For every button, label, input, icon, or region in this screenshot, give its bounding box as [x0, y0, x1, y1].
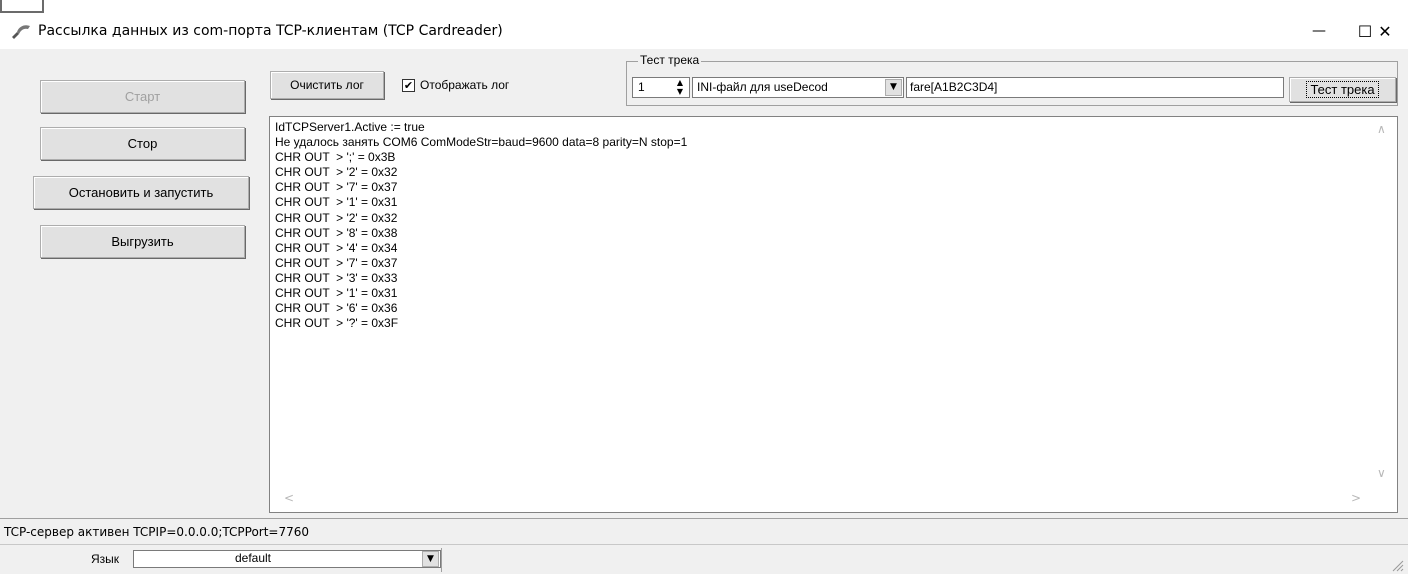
- show-log-checkbox[interactable]: ✔: [402, 79, 415, 92]
- resize-grip-icon[interactable]: [1390, 558, 1404, 572]
- show-log-label: Отображать лог: [420, 78, 510, 92]
- log-line: CHR OUT > '3' = 0x33: [275, 270, 398, 285]
- scroll-left-icon[interactable]: <: [284, 491, 294, 505]
- log-line: CHR OUT > '2' = 0x32: [275, 210, 398, 225]
- log-line: CHR OUT > '6' = 0x36: [275, 301, 398, 316]
- log-line: IdTCPServer1.Active := true: [275, 120, 425, 134]
- language-label: Язык: [91, 552, 120, 566]
- test-track-label: Тест трека: [1306, 81, 1379, 98]
- log-line: CHR OUT > '1' = 0x31: [275, 195, 398, 210]
- track-test-caption: Тест трека: [638, 52, 702, 68]
- log-line: Не удалось занять COM6 ComModeStr=baud=9…: [275, 135, 688, 150]
- log-line: CHR OUT > '7' = 0x37: [275, 180, 398, 195]
- scroll-right-icon[interactable]: >: [1351, 491, 1361, 505]
- log-line: CHR OUT > '4' = 0x34: [275, 240, 398, 255]
- log-line: CHR OUT > '2' = 0x32: [275, 165, 398, 180]
- chevron-down-icon[interactable]: ▼: [885, 79, 902, 96]
- unload-button[interactable]: Выгрузить: [40, 225, 245, 258]
- stop-button[interactable]: Стор: [40, 127, 245, 160]
- minimize-button[interactable]: —: [1296, 13, 1342, 49]
- log-line: CHR OUT > '8' = 0x38: [275, 225, 398, 240]
- start-button[interactable]: Старт: [40, 80, 245, 113]
- log-line: CHR OUT > '1' = 0x31: [275, 286, 398, 301]
- log-line: CHR OUT > '7' = 0x37: [275, 255, 398, 270]
- clear-log-button[interactable]: Очистить лог: [270, 71, 384, 99]
- log-text[interactable]: IdTCPServer1.Active := true Не удалось за…: [275, 120, 1365, 480]
- scroll-up-icon[interactable]: ∧: [1377, 122, 1386, 136]
- app-icon: [10, 22, 32, 40]
- close-icon: ✕: [1378, 21, 1392, 41]
- stop-and-start-button[interactable]: Остановить и запустить: [33, 176, 249, 209]
- language-select-value[interactable]: default: [138, 550, 368, 568]
- language-chevron-down-icon[interactable]: ▼: [422, 551, 439, 567]
- close-button[interactable]: ✕: [1362, 13, 1408, 49]
- track-input-value[interactable]: fare[A1B2C3D4]: [910, 79, 997, 96]
- status-text: TCP-сервер активен TCPIP=0.0.0.0;TCPPort…: [4, 525, 310, 539]
- scroll-down-icon[interactable]: ∨: [1377, 466, 1386, 480]
- log-line: CHR OUT > ';' = 0x3B: [275, 150, 396, 165]
- minimize-icon: —: [1312, 23, 1326, 39]
- test-track-button[interactable]: Тест трека: [1289, 77, 1396, 102]
- window-frame-corner: [0, 0, 44, 13]
- spinner-arrows-icon[interactable]: ▲ ▼: [672, 78, 688, 97]
- panel-divider: [441, 548, 442, 572]
- ini-select-value[interactable]: INI-файл для useDecod: [697, 79, 877, 96]
- track-number-value[interactable]: 1: [638, 79, 645, 96]
- log-line: CHR OUT > '?' = 0x3F: [275, 316, 399, 331]
- window-title: Рассылка данных из com-порта TCP-клиента…: [38, 23, 503, 39]
